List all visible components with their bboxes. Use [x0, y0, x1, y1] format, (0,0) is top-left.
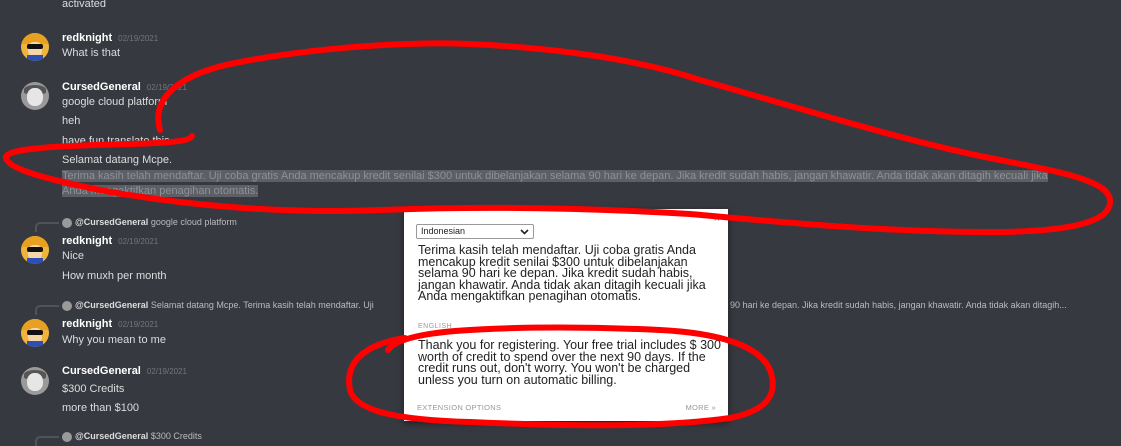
timestamp: 02/19/2021: [118, 320, 159, 329]
message-text: Why you mean to me: [62, 334, 166, 346]
language-select[interactable]: Indonesian: [416, 224, 534, 239]
avatar: [62, 431, 72, 442]
message-text: Nice: [62, 250, 85, 262]
message-text: activated: [62, 0, 107, 10]
avatar: [62, 300, 72, 311]
message-text: Selamat datang Mcpe.: [62, 154, 173, 166]
username[interactable]: CursedGeneral 02/19/2021: [62, 81, 187, 93]
message-text: heh: [62, 115, 81, 127]
avatar[interactable]: [21, 236, 49, 264]
reply-preview[interactable]: @CursedGeneral Selamat datang Mcpe. Teri…: [35, 300, 374, 315]
timestamp: 02/19/2021: [118, 237, 159, 246]
avatar[interactable]: [21, 319, 49, 347]
more-link[interactable]: MORE »: [685, 403, 716, 412]
source-language-label[interactable]: ENGLISH: [418, 323, 452, 330]
username[interactable]: redknight 02/19/2021: [62, 32, 158, 44]
username[interactable]: redknight 02/19/2021: [62, 318, 158, 330]
selected-text: Terima kasih telah mendaftar. Uji coba g…: [62, 170, 1048, 197]
avatar[interactable]: [21, 33, 49, 61]
timestamp: 02/19/2021: [146, 367, 187, 376]
extension-options-link[interactable]: EXTENSION OPTIONS: [417, 403, 501, 412]
timestamp: 02/19/2021: [118, 34, 159, 43]
chevron-down-icon: [520, 225, 529, 242]
avatar[interactable]: [21, 367, 49, 395]
message-text: What is that: [62, 47, 121, 59]
message-text: google cloud platform: [62, 96, 168, 108]
message-text: more than $100: [62, 402, 140, 414]
message-text: How muxh per month: [62, 270, 167, 282]
avatar: [62, 217, 72, 228]
reply-preview-tail: 90 hari ke depan. Jika kredit sudah habi…: [730, 300, 1067, 310]
timestamp: 02/19/2021: [146, 83, 187, 92]
translate-popup: × Indonesian Terima kasih telah mendafta…: [404, 209, 728, 421]
language-select-value: Indonesian: [421, 226, 466, 236]
original-text: Terima kasih telah mendaftar. Uji coba g…: [418, 243, 706, 303]
username[interactable]: CursedGeneral 02/19/2021: [62, 365, 187, 377]
message-text: $300 Credits: [62, 383, 125, 395]
reply-preview[interactable]: @CursedGeneral google cloud platform: [35, 217, 237, 232]
close-icon[interactable]: ×: [714, 213, 720, 225]
translated-text: Thank you for registering. Your free tri…: [418, 338, 721, 387]
username[interactable]: redknight 02/19/2021: [62, 235, 158, 247]
reply-preview[interactable]: @CursedGeneral $300 Credits: [35, 431, 202, 446]
message-text: have fun translate this: [62, 135, 170, 147]
avatar[interactable]: [21, 82, 49, 110]
